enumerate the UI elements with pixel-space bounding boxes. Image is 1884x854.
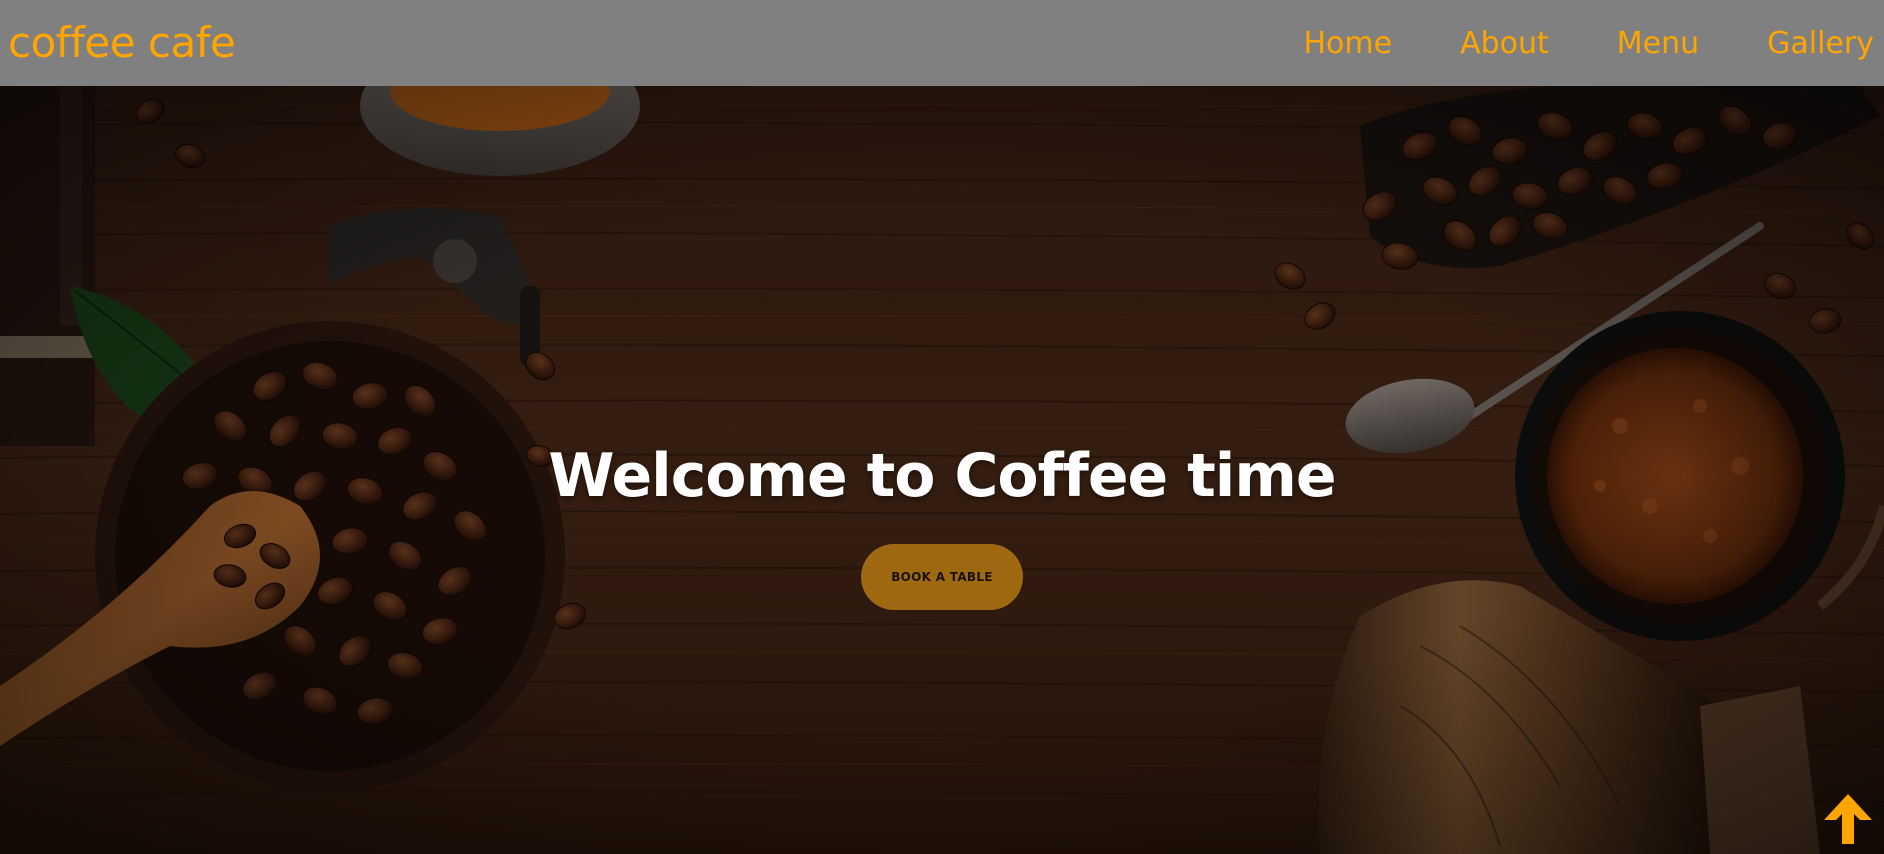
scroll-to-top-button[interactable] — [1820, 790, 1876, 846]
navbar: coffee cafe Home About Menu Gallery — [0, 0, 1884, 86]
hero-title: Welcome to Coffee time — [548, 441, 1336, 511]
nav-link-home[interactable]: Home — [1303, 26, 1392, 61]
brand-logo[interactable]: coffee cafe — [8, 22, 236, 64]
book-table-button[interactable]: BOOK A TABLE — [861, 544, 1023, 610]
page: coffee cafe Home About Menu Gallery Welc… — [0, 0, 1884, 854]
nav-link-gallery[interactable]: Gallery — [1767, 26, 1874, 61]
hero-content: Welcome to Coffee time BOOK A TABLE — [0, 446, 1884, 610]
nav-link-menu[interactable]: Menu — [1617, 26, 1699, 61]
nav-menu: Home About Menu Gallery — [1303, 26, 1874, 61]
arrow-up-icon — [1824, 794, 1872, 844]
nav-link-about[interactable]: About — [1460, 26, 1549, 61]
hero-section: Welcome to Coffee time BOOK A TABLE — [0, 86, 1884, 854]
